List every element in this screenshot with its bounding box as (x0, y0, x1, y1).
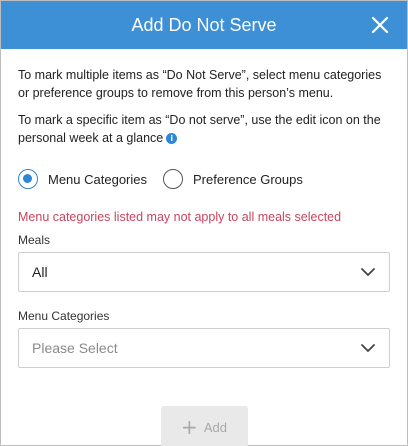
radio-menu-categories[interactable]: Menu Categories (18, 169, 147, 189)
radio-unselected-icon (163, 169, 183, 189)
close-icon[interactable] (369, 14, 391, 36)
category-type-radio-group: Menu Categories Preference Groups (18, 167, 390, 191)
radio-preference-groups[interactable]: Preference Groups (163, 169, 303, 189)
info-icon[interactable]: i (166, 133, 178, 144)
add-button[interactable]: + Add (160, 406, 248, 446)
menu-categories-label: Menu Categories (18, 309, 110, 323)
instructions-specific-text: To mark a specific item as “Do not serve… (18, 113, 381, 145)
instructions-specific: To mark a specific item as “Do not serve… (18, 111, 390, 147)
menu-categories-select[interactable]: Please Select (18, 328, 390, 368)
chevron-down-icon (361, 344, 375, 352)
meals-label: Meals (18, 233, 51, 247)
menu-categories-placeholder: Please Select (32, 340, 118, 356)
dialog-header: Add Do Not Serve (1, 1, 407, 49)
add-button-label: Add (203, 419, 227, 435)
instructions-multiple: To mark multiple items as “Do Not Serve”… (18, 68, 382, 100)
chevron-down-icon (361, 268, 375, 276)
radio-menu-categories-label: Menu Categories (48, 171, 147, 187)
dialog-footer: + Add (18, 406, 390, 446)
plus-icon: + (181, 415, 198, 439)
radio-selected-icon (18, 169, 38, 189)
dialog-title: Add Do Not Serve (131, 14, 277, 35)
dialog-body: To mark multiple items as “Do Not Serve”… (1, 49, 407, 446)
meals-select[interactable]: All (18, 252, 390, 292)
warning-message: Menu categories listed may not apply to … (18, 210, 342, 224)
radio-preference-groups-label: Preference Groups (193, 171, 303, 187)
meals-select-value: All (32, 264, 48, 280)
add-do-not-serve-dialog: Add Do Not Serve To mark multiple items … (0, 0, 408, 446)
